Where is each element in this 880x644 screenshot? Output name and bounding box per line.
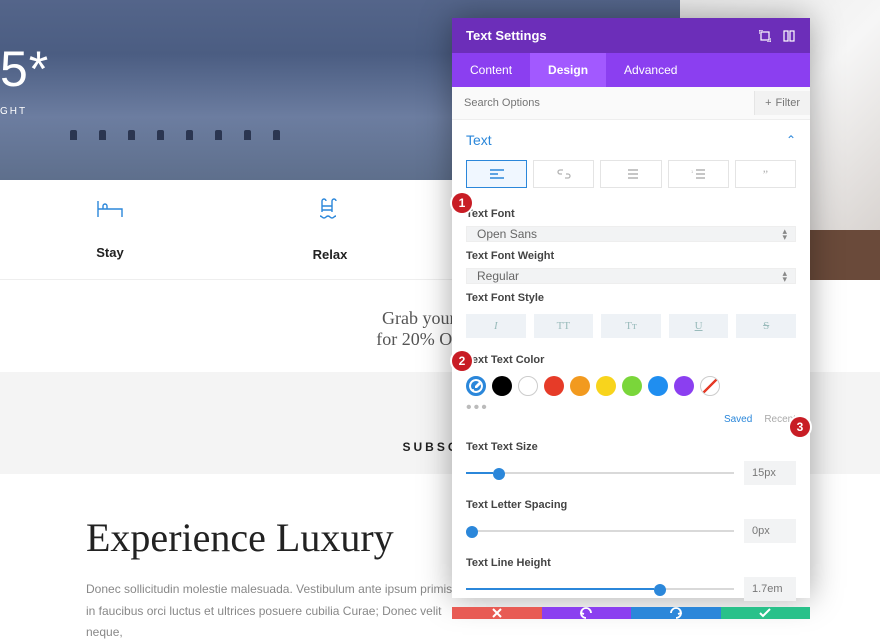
letter-slider[interactable] (466, 524, 734, 538)
list-ol-button[interactable]: 1 (668, 160, 729, 188)
snap-icon[interactable] (782, 29, 796, 43)
weight-label: Text Font Weight (452, 242, 810, 268)
quote-button[interactable]: ” (735, 160, 796, 188)
panel-footer (452, 607, 810, 619)
color-swatch-purple[interactable] (674, 376, 694, 396)
color-swatch-black[interactable] (492, 376, 512, 396)
annotation-3: 3 (790, 417, 810, 437)
line-label: Text Line Height (452, 549, 810, 575)
size-label: Text Text Size (452, 433, 810, 459)
line-slider[interactable] (466, 582, 734, 596)
bed-icon (97, 200, 123, 223)
color-swatch-blue[interactable] (648, 376, 668, 396)
annotation-1: 1 (452, 193, 472, 213)
expand-icon[interactable] (758, 29, 772, 43)
luxury-body: Donec sollicitudin molestie malesuada. V… (86, 579, 460, 644)
italic-button[interactable]: I (466, 314, 526, 338)
color-swatch-red[interactable] (544, 376, 564, 396)
svg-text:1: 1 (691, 169, 694, 174)
select-caret-icon: ▴▾ (782, 228, 787, 240)
size-slider-row: 15px (452, 459, 810, 491)
color-swatch-yellow[interactable] (596, 376, 616, 396)
letter-slider-row: 0px (452, 517, 810, 549)
smallcaps-button[interactable]: Tᴛ (601, 314, 661, 338)
size-slider[interactable] (466, 466, 734, 480)
align-row: 1 ” (452, 154, 810, 200)
text-settings-panel: Text Settings Content Design Advanced +F… (452, 18, 810, 598)
feature-relax: Relax (220, 180, 440, 279)
font-value: Open Sans (477, 227, 537, 241)
align-left-button[interactable] (466, 160, 527, 188)
luxury-section: Experience Luxury Donec sollicitudin mol… (0, 474, 460, 644)
line-slider-row: 1.7em (452, 575, 810, 607)
style-row: I TT Tᴛ U S (452, 310, 810, 346)
font-label: Text Font (452, 200, 810, 226)
color-picker-button[interactable] (466, 376, 486, 396)
section-header[interactable]: Text ⌃ (452, 120, 810, 154)
undo-button[interactable] (542, 607, 632, 619)
weight-value: Regular (477, 269, 519, 283)
saved-tab[interactable]: Saved (724, 414, 752, 425)
color-swatch-white[interactable] (518, 376, 538, 396)
cancel-button[interactable] (452, 607, 542, 619)
tab-design[interactable]: Design (530, 53, 606, 87)
weight-select[interactable]: Regular ▴▾ (466, 268, 796, 284)
uppercase-button[interactable]: TT (534, 314, 594, 338)
underline-button[interactable]: U (669, 314, 729, 338)
color-label: Text Text Color (452, 346, 810, 372)
section-title: Text (466, 132, 492, 148)
color-swatch-orange[interactable] (570, 376, 590, 396)
search-row: +Filter (452, 87, 810, 120)
feature-label: Relax (313, 247, 348, 262)
list-ul-button[interactable] (600, 160, 661, 188)
annotation-2: 2 (452, 351, 472, 371)
panel-title: Text Settings (466, 28, 547, 43)
redo-button[interactable] (631, 607, 721, 619)
letter-label: Text Letter Spacing (452, 491, 810, 517)
color-swatch-none[interactable] (700, 376, 720, 396)
tab-advanced[interactable]: Advanced (606, 53, 695, 87)
pool-icon (318, 198, 342, 225)
size-value[interactable]: 15px (744, 461, 796, 485)
panel-title-bar[interactable]: Text Settings (452, 18, 810, 53)
feature-label: Stay (96, 245, 123, 260)
select-caret-icon: ▴▾ (782, 270, 787, 282)
panel-tabs: Content Design Advanced (452, 53, 810, 87)
hero-silhouettes (70, 130, 280, 140)
confirm-button[interactable] (721, 607, 811, 619)
line-value[interactable]: 1.7em (744, 577, 796, 601)
tab-content[interactable]: Content (452, 53, 530, 87)
luxury-heading: Experience Luxury (86, 514, 460, 561)
color-row (452, 372, 810, 400)
font-select[interactable]: Open Sans ▴▾ (466, 226, 796, 242)
color-preset-tabs: Saved Recent (452, 412, 810, 433)
link-button[interactable] (533, 160, 594, 188)
chevron-up-icon: ⌃ (786, 133, 796, 147)
feature-stay: Stay (0, 180, 220, 279)
search-input[interactable] (452, 87, 754, 119)
more-dots-icon[interactable]: ••• (452, 400, 810, 412)
filter-button[interactable]: +Filter (754, 91, 810, 115)
letter-value[interactable]: 0px (744, 519, 796, 543)
strike-button[interactable]: S (736, 314, 796, 338)
color-swatch-green[interactable] (622, 376, 642, 396)
style-label: Text Font Style (452, 284, 810, 310)
